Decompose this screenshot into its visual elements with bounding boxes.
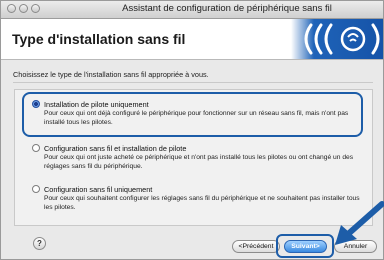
option-description: Pour ceux qui ont déjà configuré le péri… [44,110,349,126]
next-button[interactable]: Suivant> [284,240,327,253]
radio-wireless-only[interactable] [32,185,40,193]
option-label: Configuration sans fil et installation d… [44,144,187,153]
radio-driver-only[interactable] [32,100,40,108]
installer-window: Assistant de configuration de périphériq… [0,0,384,260]
radio-wireless-and-driver[interactable] [32,144,40,152]
option-label: Installation de pilote uniquement [44,100,149,109]
option-description: Pour ceux qui souhaitent configurer les … [44,195,360,211]
previous-button[interactable]: <Précédent [232,240,280,253]
wireless-signal-logo-icon [291,19,383,59]
option-description: Pour ceux qui ont juste acheté ce périph… [44,154,354,170]
window-title: Assistant de configuration de périphériq… [122,3,332,14]
option-label: Configuration sans fil uniquement [44,185,153,194]
pointer-arrow-icon [335,201,384,245]
title-bar: Assistant de configuration de périphériq… [1,1,383,19]
instruction-text: Choisissez le type de l'installation san… [13,70,209,79]
zoom-window-button[interactable] [31,4,40,13]
help-button[interactable]: ? [33,237,46,250]
page-title: Type d'installation sans fil [12,31,186,47]
page-header: Type d'installation sans fil [1,19,383,60]
divider [13,82,373,83]
close-window-button[interactable] [7,4,16,13]
minimize-window-button[interactable] [19,4,28,13]
